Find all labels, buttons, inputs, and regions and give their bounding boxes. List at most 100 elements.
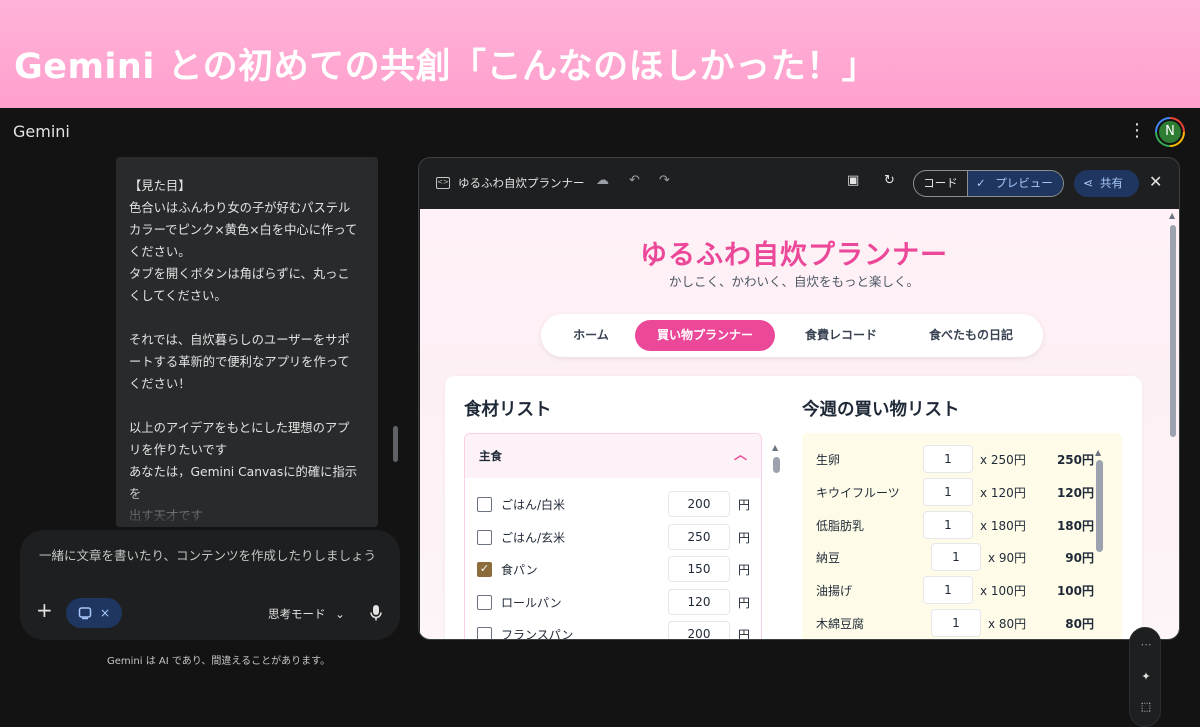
table-row: 低脂肪乳 1 x 180円 180円 bbox=[816, 511, 1106, 539]
quantity-input[interactable]: 1 bbox=[923, 511, 973, 539]
tab-shopping-planner[interactable]: 買い物プランナー bbox=[635, 320, 775, 351]
disclaimer: Gemini は AI であり、間違えることがあります。 bbox=[107, 656, 331, 667]
ingredient-name: ロールパン bbox=[501, 596, 562, 610]
unit-price: x 250円 bbox=[980, 453, 1026, 467]
shopping-scrollbar[interactable]: ▲ bbox=[1095, 448, 1104, 639]
share-button[interactable]: ⋖ 共有 bbox=[1074, 170, 1139, 197]
sparkle-icon[interactable]: ✦ bbox=[1130, 670, 1162, 683]
ingredient-checkbox[interactable] bbox=[477, 530, 492, 545]
ingredient-checkbox-checked[interactable]: ✓ bbox=[477, 562, 492, 577]
yen-label: 円 bbox=[738, 596, 751, 610]
refresh-icon[interactable]: ↻ bbox=[884, 173, 895, 188]
banner: Gemini との初めての共創「こんなのほしかった！」 bbox=[0, 0, 1200, 108]
view-toggle: コード ✓ プレビュー bbox=[913, 170, 1064, 197]
ingredients-heading: 食材リスト bbox=[464, 400, 552, 420]
accordion-header[interactable]: 主食 ︿ bbox=[465, 434, 761, 478]
ingredient-checkbox[interactable] bbox=[477, 595, 492, 610]
quantity-input[interactable]: 1 bbox=[931, 543, 981, 571]
scrollbar-thumb[interactable] bbox=[773, 457, 780, 473]
check-icon: ✓ bbox=[976, 176, 986, 190]
ingredient-checkbox[interactable] bbox=[477, 627, 492, 639]
tab-preview[interactable]: ✓ プレビュー bbox=[968, 171, 1063, 196]
scroll-up-icon[interactable]: ▲ bbox=[1169, 211, 1175, 220]
share-icon: ⋖ bbox=[1083, 176, 1094, 190]
quantity-input[interactable]: 1 bbox=[923, 478, 973, 506]
canvas-panel: <> ゆるふわ自炊プランナー ☁ ↶ ↷ ▣ ↻ コード ✓ プレビュー ⋖ 共有… bbox=[418, 157, 1180, 640]
ingredient-price-input[interactable]: 250 bbox=[668, 524, 730, 550]
ingredient-name: 食パン bbox=[501, 563, 538, 577]
avatar-initial: N bbox=[1157, 119, 1183, 145]
unit-price: x 180円 bbox=[980, 519, 1026, 533]
user-message-text: 【見た目】 色合いはふんわり女の子が好むパステル カラーでピンク×黄色×白を中心… bbox=[129, 179, 358, 523]
ingredient-checkbox[interactable] bbox=[477, 497, 492, 512]
tab-food-expense[interactable]: 食費レコード bbox=[775, 320, 907, 351]
cloud-save-icon[interactable]: ☁ bbox=[596, 173, 609, 188]
message-fade bbox=[116, 487, 378, 527]
scroll-up-icon[interactable]: ▲ bbox=[772, 443, 778, 452]
tab-code[interactable]: コード bbox=[914, 171, 968, 196]
microphone-icon[interactable] bbox=[369, 604, 383, 622]
preview-nav: ホーム 買い物プランナー 食費レコード 食べたもの日記 bbox=[541, 314, 1043, 357]
undo-icon[interactable]: ↶ bbox=[629, 173, 640, 188]
table-row: 生卵 1 x 250円 250円 bbox=[816, 445, 1106, 473]
ingredient-price-input[interactable]: 200 bbox=[668, 621, 730, 639]
table-row: 油揚げ 1 x 100円 100円 bbox=[816, 576, 1106, 604]
quantity-input[interactable]: 1 bbox=[931, 609, 981, 637]
quantity-input[interactable]: 1 bbox=[923, 576, 973, 604]
shopping-heading: 今週の買い物リスト bbox=[802, 400, 960, 420]
unit-price: x 80円 bbox=[988, 617, 1027, 631]
scrollbar-thumb[interactable] bbox=[1170, 225, 1176, 437]
scrollbar-thumb[interactable] bbox=[1096, 460, 1103, 552]
tab-food-diary[interactable]: 食べたもの日記 bbox=[907, 320, 1035, 351]
mode-selector[interactable]: 思考モード ⌄ bbox=[268, 606, 345, 622]
shopping-list: 生卵 1 x 250円 250円 キウイフルーツ 1 x 120円 120円 低… bbox=[802, 433, 1122, 639]
item-total: 180円 bbox=[1056, 519, 1094, 533]
item-name: 油揚げ bbox=[816, 584, 853, 598]
category-label: 主食 bbox=[479, 449, 502, 463]
preview-subtitle: かしこく、かわいく、自炊をもっと楽しく。 bbox=[668, 274, 919, 289]
scroll-up-icon[interactable]: ▲ bbox=[1095, 448, 1101, 457]
item-name: 木綿豆腐 bbox=[816, 617, 865, 631]
drag-handle-icon[interactable]: ⋯ bbox=[1130, 638, 1162, 651]
user-message: 【見た目】 色合いはふんわり女の子が好むパステル カラーでピンク×黄色×白を中心… bbox=[116, 157, 378, 527]
preview-scrollbar[interactable]: ▲ bbox=[1168, 209, 1178, 639]
category-accordion: 主食 ︿ ごはん/白米 200 円 ごはん/玄米 250 円 ✓ 食パン 150… bbox=[464, 433, 762, 640]
table-row: 納豆 1 x 90円 90円 bbox=[816, 543, 1106, 571]
tab-home[interactable]: ホーム bbox=[547, 320, 635, 351]
tab-preview-label: プレビュー bbox=[995, 176, 1053, 190]
app-title[interactable]: Gemini bbox=[13, 122, 70, 141]
chip-close-icon[interactable]: × bbox=[100, 606, 110, 620]
quantity-input[interactable]: 1 bbox=[923, 445, 973, 473]
item-total: 90円 bbox=[1065, 551, 1094, 565]
chat-scrollbar[interactable] bbox=[393, 426, 398, 462]
prompt-input[interactable]: 一緒に文章を書いたり、コンテンツを作成したりしましょう bbox=[39, 546, 384, 565]
close-icon[interactable]: ✕ bbox=[1149, 172, 1162, 191]
planner-panel: 食材リスト 今週の買い物リスト 主食 ︿ ごはん/白米 200 円 ごはん/玄米 … bbox=[445, 376, 1142, 640]
unit-price: x 120円 bbox=[980, 486, 1026, 500]
item-total: 100円 bbox=[1056, 584, 1094, 598]
ingredient-name: フランスパン bbox=[501, 628, 574, 640]
yen-label: 円 bbox=[738, 628, 751, 640]
yen-label: 円 bbox=[738, 498, 751, 512]
redo-icon[interactable]: ↷ bbox=[659, 173, 670, 188]
console-icon[interactable]: ▣ bbox=[847, 173, 859, 188]
share-label: 共有 bbox=[1100, 176, 1123, 190]
ingredient-price-input[interactable]: 200 bbox=[668, 491, 730, 517]
chevron-down-icon: ⌄ bbox=[335, 607, 345, 621]
item-total: 120円 bbox=[1056, 486, 1094, 500]
yen-label: 円 bbox=[738, 563, 751, 577]
list-item: フランスパン 200 円 bbox=[477, 621, 752, 640]
item-name: 生卵 bbox=[816, 453, 841, 467]
ingredient-price-input[interactable]: 150 bbox=[668, 556, 730, 582]
ingredient-scrollbar[interactable]: ▲ bbox=[772, 443, 781, 639]
add-icon[interactable]: + bbox=[36, 600, 53, 620]
mode-label: 思考モード bbox=[268, 607, 326, 621]
more-options-icon[interactable]: ⋮ bbox=[1128, 120, 1146, 142]
ingredient-price-input[interactable]: 120 bbox=[668, 589, 730, 615]
list-item: ✓ 食パン 150 円 bbox=[477, 556, 752, 582]
unit-price: x 100円 bbox=[980, 584, 1026, 598]
canvas-tool-chip[interactable]: × bbox=[66, 598, 122, 628]
select-element-icon[interactable]: ⬚ bbox=[1130, 700, 1162, 713]
avatar[interactable]: N bbox=[1155, 117, 1185, 147]
gemini-app: Gemini ⋮ N 【見た目】 色合いはふんわり女の子が好むパステル カラーで… bbox=[0, 108, 1200, 727]
